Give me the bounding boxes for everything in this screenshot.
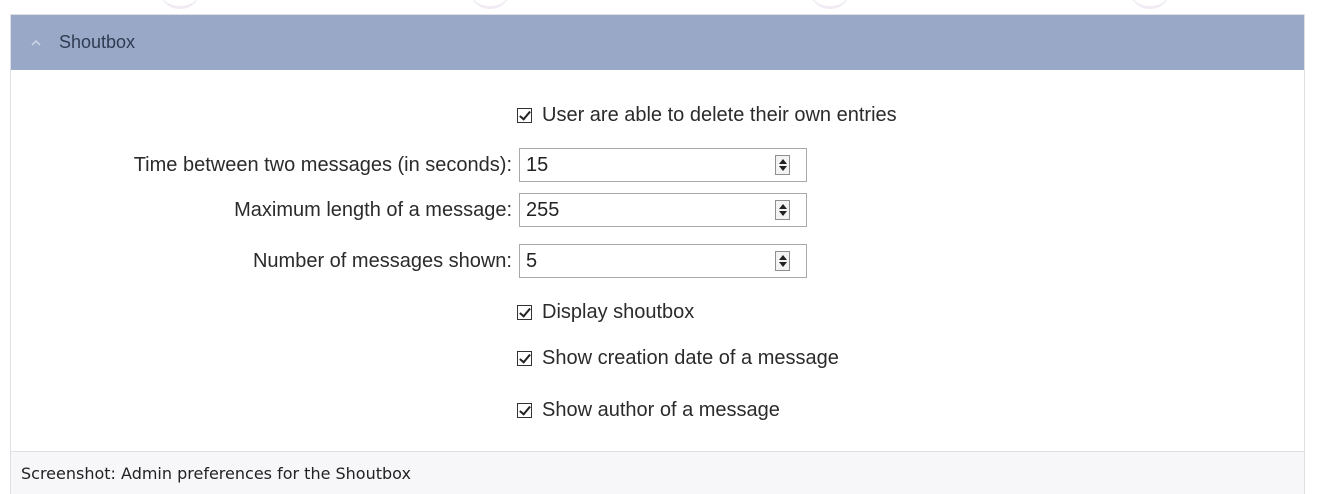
show-author-label: Show author of a message xyxy=(542,398,780,421)
max-length-input[interactable]: 255 xyxy=(519,193,807,227)
watermark-decoration xyxy=(160,0,200,9)
num-shown-input[interactable]: 5 xyxy=(519,244,807,278)
delete-own-entries-label: User are able to delete their own entrie… xyxy=(542,103,897,126)
increment-arrow-icon[interactable] xyxy=(778,158,787,164)
show-author-checkbox[interactable] xyxy=(517,402,532,418)
screenshot-caption: Screenshot: Admin preferences for the Sh… xyxy=(21,463,411,483)
panel-header[interactable]: Shoutbox xyxy=(11,15,1304,70)
delete-own-entries-option[interactable]: User are able to delete their own entrie… xyxy=(517,100,897,130)
show-creation-date-label: Show creation date of a message xyxy=(542,346,839,369)
panel-title: Shoutbox xyxy=(59,32,136,52)
delete-own-entries-checkbox[interactable] xyxy=(517,107,532,123)
caption-box: Screenshot: Admin preferences for the Sh… xyxy=(10,451,1305,494)
num-shown-spinner[interactable] xyxy=(775,251,790,271)
time-between-input[interactable]: 15 xyxy=(519,148,807,182)
show-creation-date-checkbox[interactable] xyxy=(517,350,532,366)
max-length-value: 255 xyxy=(526,198,560,221)
chevron-up-icon[interactable] xyxy=(27,34,45,52)
watermark-decoration xyxy=(1130,0,1170,9)
decrement-arrow-icon[interactable] xyxy=(778,211,787,217)
display-shoutbox-label: Display shoutbox xyxy=(542,300,695,323)
display-shoutbox-option[interactable]: Display shoutbox xyxy=(517,297,694,327)
display-shoutbox-checkbox[interactable] xyxy=(517,304,532,320)
decrement-arrow-icon[interactable] xyxy=(778,166,787,172)
shoutbox-panel: Shoutbox xyxy=(10,14,1305,451)
max-length-label: Maximum length of a message: xyxy=(234,199,512,221)
time-between-spinner[interactable] xyxy=(775,155,790,175)
watermark-decoration xyxy=(470,0,510,9)
max-length-spinner[interactable] xyxy=(775,200,790,220)
show-author-option[interactable]: Show author of a message xyxy=(517,395,780,425)
increment-arrow-icon[interactable] xyxy=(778,203,787,209)
num-shown-value: 5 xyxy=(526,249,538,272)
show-creation-date-option[interactable]: Show creation date of a message xyxy=(517,343,839,373)
decrement-arrow-icon[interactable] xyxy=(778,262,787,268)
time-between-label: Time between two messages (in seconds): xyxy=(133,154,512,176)
watermark-decoration xyxy=(810,0,850,9)
time-between-value: 15 xyxy=(526,153,549,176)
num-shown-label: Number of messages shown: xyxy=(252,250,512,272)
increment-arrow-icon[interactable] xyxy=(778,254,787,260)
